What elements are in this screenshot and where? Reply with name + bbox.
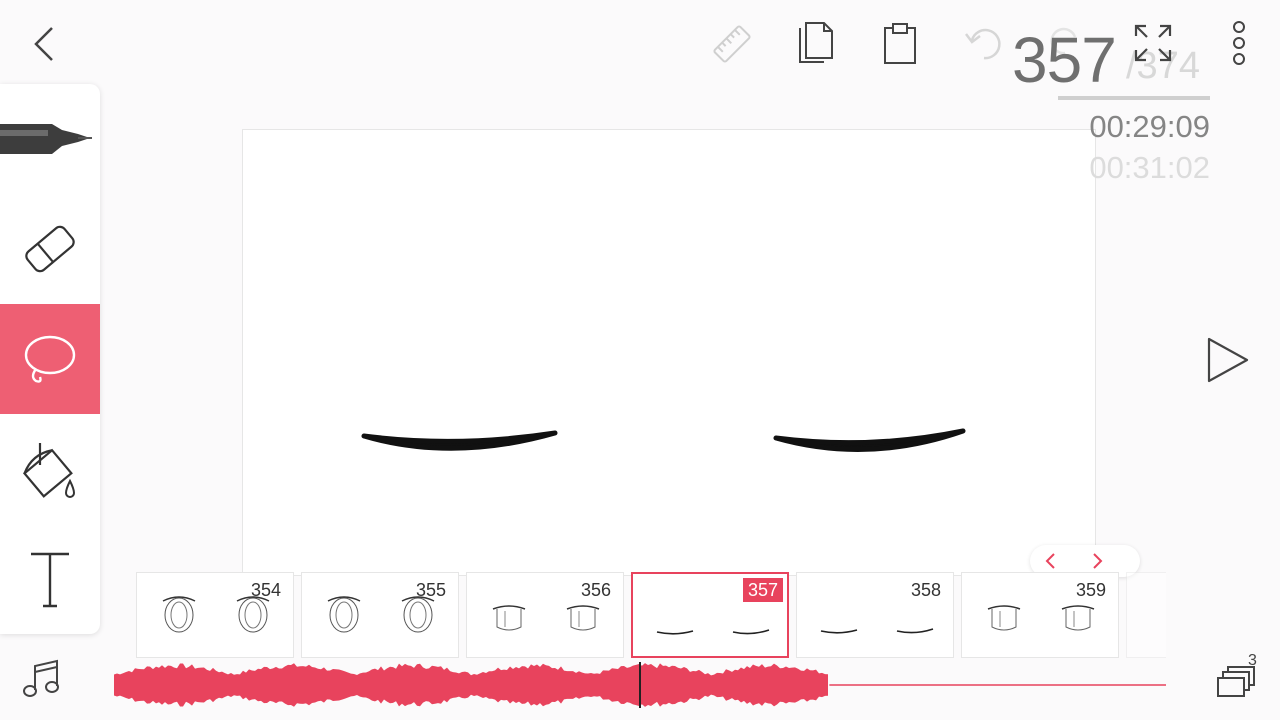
text-tool[interactable] xyxy=(0,524,100,634)
ruler-button[interactable] xyxy=(706,20,758,68)
pen-tool[interactable] xyxy=(0,84,100,194)
frame-thumbnail-357[interactable]: 357 xyxy=(631,572,789,658)
play-button[interactable] xyxy=(1196,332,1256,388)
frame-counter-underline xyxy=(1058,96,1210,100)
frame-thumbnail-354[interactable]: 354 xyxy=(136,572,294,658)
fill-tool[interactable] xyxy=(0,414,100,524)
lasso-tool[interactable] xyxy=(0,304,100,414)
frame-number: 356 xyxy=(580,580,611,600)
eraser-tool[interactable] xyxy=(0,194,100,304)
paste-button[interactable] xyxy=(878,18,922,68)
text-icon xyxy=(31,552,69,608)
play-icon xyxy=(1207,337,1249,383)
layer-count: 3 xyxy=(1248,652,1257,669)
frame-thumbnail-359[interactable]: 359 xyxy=(961,572,1119,658)
more-vertical-icon xyxy=(1233,21,1245,65)
audio-waveform[interactable] xyxy=(114,660,1166,710)
undo-icon xyxy=(965,28,1001,60)
tool-panel xyxy=(0,84,100,634)
undo-button[interactable] xyxy=(960,22,1010,66)
eraser-icon xyxy=(25,225,75,273)
frame-thumbnail-next[interactable] xyxy=(1126,572,1166,658)
current-time: 00:29:09 xyxy=(1089,109,1210,144)
chevron-left-icon xyxy=(34,27,53,61)
paint-bucket-icon xyxy=(22,443,76,498)
frame-thumbnail-356[interactable]: 356 xyxy=(466,572,624,658)
canvas-drawing xyxy=(361,428,966,452)
current-frame-number: 357 xyxy=(1012,24,1117,96)
lasso-icon xyxy=(24,335,76,383)
waveform-shape xyxy=(114,663,828,707)
copy-icon xyxy=(799,22,833,63)
music-note-icon xyxy=(23,659,59,697)
fullscreen-button[interactable] xyxy=(1130,20,1176,66)
total-time: 00:31:02 xyxy=(1089,150,1210,185)
frame-thumbnail-358[interactable]: 358 xyxy=(796,572,954,658)
expand-icon xyxy=(1134,24,1172,62)
copy-button[interactable] xyxy=(792,18,840,68)
chevron-right-icon xyxy=(1093,553,1103,569)
frame-timeline: 354 355 356 357 358 359 xyxy=(136,570,1166,660)
ruler-icon xyxy=(713,25,751,63)
frame-number: 355 xyxy=(415,580,446,600)
right-closed-eye-stroke xyxy=(773,428,966,452)
more-options-button[interactable] xyxy=(1224,18,1254,68)
pen-icon xyxy=(0,124,92,154)
frame-counter[interactable]: 357 /374 xyxy=(1010,22,1220,102)
clipboard-icon xyxy=(884,23,916,64)
frame-number: 358 xyxy=(910,580,941,600)
frame-number: 357 xyxy=(742,578,783,602)
frame-number: 359 xyxy=(1075,580,1106,600)
chevron-left-icon xyxy=(1045,553,1055,569)
left-closed-eye-stroke xyxy=(361,430,558,451)
drawing-canvas[interactable] xyxy=(242,129,1096,576)
layers-button[interactable]: 3 xyxy=(1212,652,1264,702)
audio-button[interactable] xyxy=(20,656,64,702)
back-button[interactable] xyxy=(24,22,64,66)
frame-number: 354 xyxy=(250,580,281,600)
frame-thumbnail-355[interactable]: 355 xyxy=(301,572,459,658)
